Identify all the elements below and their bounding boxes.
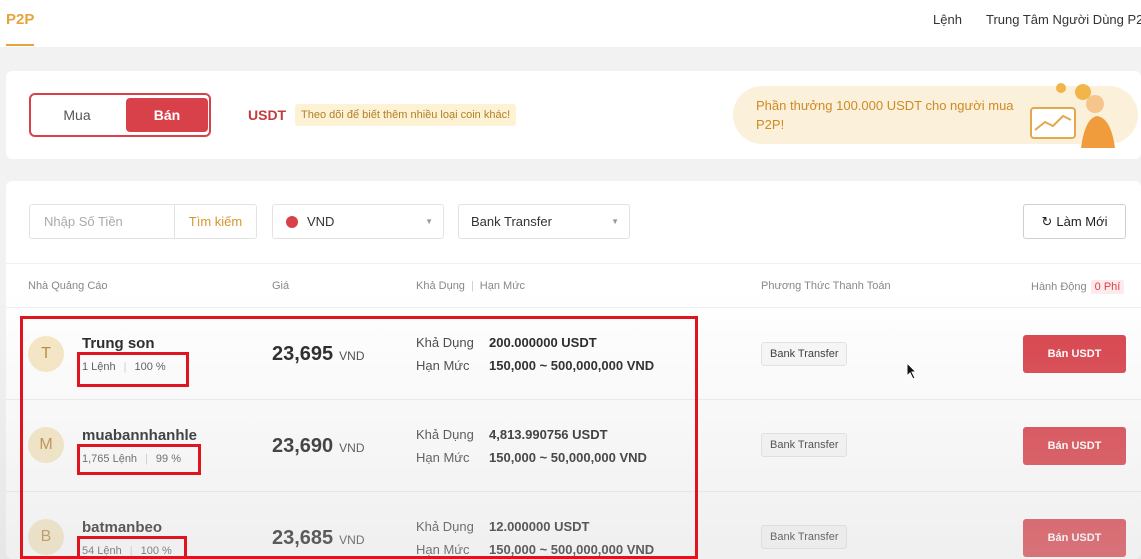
order-count: 1,765 Lệnh [82,453,138,465]
promo-illustration-icon [1030,83,1115,148]
fee-badge: 0 Phí [1090,280,1125,294]
currency-flag-icon [286,216,298,228]
coin-tip-badge: Theo dõi để biết thêm nhiều loại coin kh… [295,104,517,126]
limit-value: 150,000 ~ 500,000,000 VND [489,542,655,557]
coin-selector-usdt[interactable]: USDT [248,107,286,123]
table-row: M muabannhanhle 1,765 Lệnh | 99 % 23,690 VN… [6,400,1141,492]
col-advertiser: Nhà Quảng Cáo [28,280,108,292]
limit-value: 150,000 ~ 500,000,000 VND [489,358,655,373]
completion-rate: 100 % [140,545,172,557]
stats-separator: | [123,361,127,373]
refresh-button-label: Làm Mới [1056,214,1108,229]
refresh-button[interactable]: ↻ Làm Mới [1023,204,1126,239]
trade-banner: Mua Bán USDT Theo dõi để biết thêm nhiều… [6,71,1141,159]
sell-tab[interactable]: Bán [126,98,208,132]
order-count: 1 Lệnh [82,361,116,373]
stats-separator: | [145,453,148,465]
price-value: 23,690 [272,435,334,457]
order-count: 54 Lệnh [82,545,122,557]
buy-tab[interactable]: Mua [31,95,123,135]
price: 23,690 VND [272,435,365,458]
advertiser-stats: 54 Lệnh | 100 % [82,545,172,557]
chevron-down-icon: ▼ [611,217,619,226]
price-unit: VND [339,441,365,455]
col-action: Hành Động 0 Phí [1031,280,1125,294]
avatar: M [28,427,64,463]
avatar: T [28,336,64,372]
table-row: B batmanbeo 54 Lệnh | 100 % 23,685 VND Khả … [6,492,1141,559]
sell-usdt-button[interactable]: Bán USDT [1023,519,1126,557]
available-value: 200.000000 USDT [489,335,597,350]
limit-label: Hạn Mức [416,358,470,373]
sell-usdt-button[interactable]: Bán USDT [1023,335,1126,373]
col-action-label: Hành Động [1031,281,1087,293]
mouse-cursor-icon [906,362,918,380]
price-unit: VND [339,533,365,547]
col-available-limit: Khả Dụng | Hạn Mức [416,280,525,292]
currency-select-value: VND [307,214,335,229]
stats-separator: | [129,545,133,557]
buy-sell-toggle: Mua Bán [29,93,211,137]
payment-tag: Bank Transfer [761,525,848,549]
amount-input[interactable] [30,205,174,238]
advertiser-name[interactable]: batmanbeo [82,519,162,536]
promo-text: Phần thưởng 100.000 USDT cho người mua P… [756,98,1014,132]
limit-label: Hạn Mức [416,542,470,557]
payment-tag: Bank Transfer [761,433,848,457]
advertiser-stats: 1 Lệnh | 100 % [82,361,166,373]
refresh-icon: ↻ [1041,214,1053,229]
top-nav: P2P Lệnh Trung Tâm Người Dùng P2 [0,0,1141,47]
limit-label: Hạn Mức [416,450,470,465]
payment-method-select[interactable]: Bank Transfer ▼ [458,204,630,239]
advertiser-stats: 1,765 Lệnh | 99 % [82,453,181,465]
advertiser-name[interactable]: muabannhanhle [82,427,197,444]
advertiser-name[interactable]: Trung son [82,335,155,352]
avatar: B [28,519,64,555]
payment-tag: Bank Transfer [761,342,848,366]
payment-method-select-value: Bank Transfer [471,214,552,229]
price: 23,685 VND [272,527,365,550]
sell-usdt-button[interactable]: Bán USDT [1023,427,1126,465]
available-label: Khả Dụng [416,335,474,350]
available-value: 4,813.990756 USDT [489,427,608,442]
table-header: Nhà Quảng Cáo Giá Khả Dụng | Hạn Mức Phươn… [6,263,1141,308]
col-available: Khả Dụng [416,280,465,292]
table-row: T Trung son 1 Lệnh | 100 % 23,695 VND Khả D… [6,308,1141,400]
completion-rate: 100 % [134,361,166,373]
search-button[interactable]: Tìm kiếm [174,205,256,238]
price-value: 23,695 [272,343,334,365]
nav-orders-link[interactable]: Lệnh [933,12,962,27]
price-value: 23,685 [272,527,334,549]
active-tab-underline [6,44,34,46]
price-unit: VND [339,349,365,363]
amount-search-box: Tìm kiếm [29,204,257,239]
completion-rate: 99 % [155,453,181,465]
col-limit: Hạn Mức [479,280,526,292]
col-separator: | [470,280,474,292]
available-label: Khả Dụng [416,427,474,442]
col-payment: Phương Thức Thanh Toán [761,280,891,292]
ads-panel: Tìm kiếm VND ▼ Bank Transfer ▼ ↻Làm Mới … [6,181,1141,559]
price: 23,695 VND [272,343,365,366]
available-value: 12.000000 USDT [489,519,590,534]
chevron-down-icon: ▼ [425,217,433,226]
promo-banner[interactable]: Phần thưởng 100.000 USDT cho người mua P… [733,83,1138,148]
brand-tab-p2p[interactable]: P2P [6,11,34,28]
currency-select[interactable]: VND ▼ [272,204,444,239]
limit-value: 150,000 ~ 50,000,000 VND [489,450,647,465]
col-price: Giá [272,280,290,292]
nav-user-center-link[interactable]: Trung Tâm Người Dùng P2 [986,12,1141,27]
available-label: Khả Dụng [416,519,474,534]
